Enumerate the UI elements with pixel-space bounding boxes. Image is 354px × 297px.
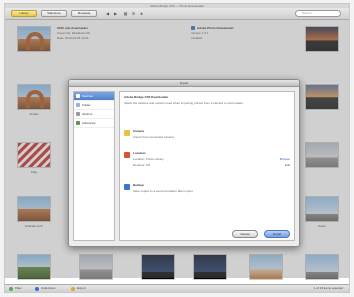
sidebar-item-label: Sources: [82, 94, 94, 98]
tab-library[interactable]: Library: [11, 10, 37, 17]
dialog-sidebar: Sources Folder Options Advanced: [73, 91, 115, 241]
rename-row: Rename: Off: [133, 163, 150, 167]
section-backup-desc: Save copies to a second location after i…: [133, 189, 193, 193]
forward-icon[interactable]: ▶: [113, 11, 118, 16]
status-filter[interactable]: Filter: [15, 285, 22, 292]
sidebar-item-advanced[interactable]: Advanced: [74, 119, 114, 128]
grid-icon[interactable]: ▦: [123, 11, 128, 16]
import-button[interactable]: Import: [264, 230, 290, 238]
dialog-heading: Adobe Bridge CS5 Downloader: [124, 95, 169, 99]
location-icon: [124, 152, 130, 158]
browse-link[interactable]: Browse: [280, 157, 290, 161]
sidebar-item-options[interactable]: Options: [74, 110, 114, 119]
status-export[interactable]: Export: [77, 285, 86, 292]
status-collections[interactable]: Collections: [41, 285, 56, 292]
filter-icon[interactable]: [9, 287, 13, 291]
edit-link[interactable]: Edit: [285, 163, 290, 167]
status-bar: Filter Collections Export 1 of 23 items …: [5, 284, 349, 292]
sidebar-item-label: Folder: [82, 103, 91, 107]
sidebar-item-folder[interactable]: Folder: [74, 101, 114, 110]
back-icon[interactable]: ◀: [105, 11, 110, 16]
import-dialog: Import Sources Folder Options Advanced A…: [68, 79, 300, 247]
dialog-content: Adobe Bridge CS5 Downloader Select the d…: [119, 91, 295, 241]
dialog-title: Import: [69, 80, 299, 87]
sidebar-item-sources[interactable]: Sources: [74, 92, 114, 101]
camera-icon: [124, 130, 130, 136]
backup-icon: [124, 184, 130, 190]
section-backup-label: Backup: [133, 183, 144, 187]
advanced-icon: [76, 121, 80, 125]
gear-icon: [76, 112, 80, 116]
toolbar: Library Slideshow Metadata ◀ ▶ ▦ ☰ ★ ⌕ S…: [5, 8, 349, 20]
section-camera-label: Camera: [133, 129, 145, 133]
list-icon[interactable]: ☰: [131, 11, 136, 16]
location-row: Location: Photo Library: [133, 157, 164, 161]
app-window: Adobe Bridge CS5 — Photo Downloader Libr…: [4, 3, 350, 293]
search-input[interactable]: Search: [295, 10, 341, 17]
section-location-label: Location: [133, 151, 146, 155]
camera-icon: [76, 94, 80, 98]
sidebar-item-label: Options: [82, 112, 93, 116]
folder-icon: [76, 103, 80, 107]
dialog-subheading: Select the devices and options used when…: [124, 101, 244, 105]
cancel-button[interactable]: Cancel: [232, 230, 258, 238]
star-icon[interactable]: ★: [139, 11, 144, 16]
tab-metadata[interactable]: Metadata: [71, 10, 97, 17]
tab-slideshow[interactable]: Slideshow: [41, 10, 67, 17]
sidebar-item-label: Advanced: [82, 121, 96, 125]
export-icon[interactable]: [71, 287, 75, 291]
status-count: 1 of 23 items selected: [313, 286, 343, 290]
section-camera-desc: Import from connected camera: [133, 135, 174, 139]
collections-icon[interactable]: [35, 287, 39, 291]
